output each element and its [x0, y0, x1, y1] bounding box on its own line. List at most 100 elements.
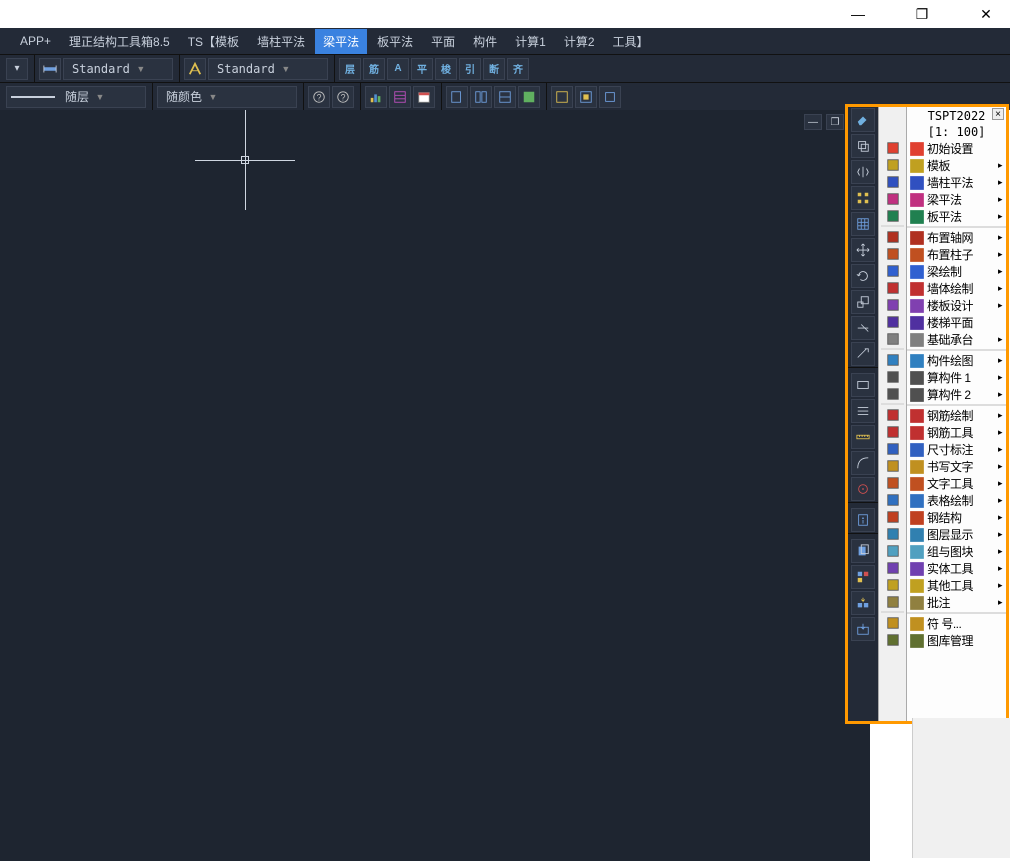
dimstyle-icon[interactable]: [39, 58, 61, 80]
window-maximize-button[interactable]: ❐: [902, 0, 942, 28]
menu-panel-item[interactable]: 算构件 1▸: [907, 369, 1006, 386]
menu-panel-item[interactable]: 钢筋工具▸: [907, 424, 1006, 441]
tool-btn-layers[interactable]: [389, 86, 411, 108]
vt-extend-button[interactable]: [851, 342, 875, 366]
vt-table-button[interactable]: [851, 212, 875, 236]
menu-panel-item[interactable]: 楼板设计▸: [907, 297, 1006, 314]
menu-panel-item[interactable]: 书写文字▸: [907, 458, 1006, 475]
menu-panel-item[interactable]: 实体工具▸: [907, 560, 1006, 577]
menu-panel-item[interactable]: 文字工具▸: [907, 475, 1006, 492]
linetype-dropdown[interactable]: 随层 ▼: [6, 86, 146, 108]
vt-list-button[interactable]: [851, 399, 875, 423]
ribbon-button[interactable]: 层: [339, 58, 361, 80]
side-icon[interactable]: [882, 614, 904, 631]
side-icon[interactable]: [882, 542, 904, 559]
side-icon[interactable]: [882, 279, 904, 296]
menu-panel-item[interactable]: 尺寸标注▸: [907, 441, 1006, 458]
side-icon[interactable]: [882, 474, 904, 491]
side-icon[interactable]: [882, 207, 904, 224]
vt-eraser-button[interactable]: [851, 108, 875, 132]
menu-item[interactable]: TS【模板: [180, 29, 247, 54]
tool-btn-d[interactable]: [518, 86, 540, 108]
menu-panel-item[interactable]: 基础承台▸: [907, 331, 1006, 348]
ribbon-button[interactable]: 平: [411, 58, 433, 80]
scroll-area[interactable]: [912, 718, 1010, 858]
menu-panel-item[interactable]: 梁平法▸: [907, 191, 1006, 208]
tool-btn-c[interactable]: [494, 86, 516, 108]
vt-grid-button[interactable]: [851, 186, 875, 210]
menu-item[interactable]: 梁平法: [315, 29, 367, 54]
side-icon[interactable]: [882, 440, 904, 457]
menu-panel-item[interactable]: 梁绘制▸: [907, 263, 1006, 280]
side-icon[interactable]: [882, 576, 904, 593]
viewport-minimize-button[interactable]: —: [804, 114, 822, 130]
menu-item[interactable]: 计算1: [507, 29, 554, 54]
vt-copy-button[interactable]: [851, 134, 875, 158]
drawing-canvas[interactable]: — ❐ ✕: [0, 110, 870, 861]
menu-panel-item[interactable]: 布置柱子▸: [907, 246, 1006, 263]
menu-item[interactable]: 构件: [465, 29, 505, 54]
side-icon[interactable]: [882, 156, 904, 173]
viewport-restore-button[interactable]: ❐: [826, 114, 844, 130]
vt-insert-button[interactable]: [851, 591, 875, 615]
tool-btn-b[interactable]: [470, 86, 492, 108]
vt-target-button[interactable]: [851, 477, 875, 501]
vt-export-button[interactable]: [851, 617, 875, 641]
window-close-button[interactable]: ✕: [966, 0, 1006, 28]
help-button-2[interactable]: ?: [332, 86, 354, 108]
vt-rotate-button[interactable]: [851, 264, 875, 288]
tool-btn-a[interactable]: [446, 86, 468, 108]
menu-item[interactable]: 工具】: [605, 29, 657, 54]
side-icon[interactable]: [882, 457, 904, 474]
menu-panel-item[interactable]: 组与图块▸: [907, 543, 1006, 560]
side-icon[interactable]: [882, 173, 904, 190]
vt-rect-button[interactable]: [851, 373, 875, 397]
panel-close-button[interactable]: ×: [992, 108, 1004, 120]
side-icon[interactable]: [882, 423, 904, 440]
textstyle-dropdown[interactable]: Standard ▼: [208, 58, 328, 80]
window-minimize-button[interactable]: —: [838, 0, 878, 28]
ribbon-button[interactable]: 梭: [435, 58, 457, 80]
side-icon[interactable]: [882, 351, 904, 368]
side-icon[interactable]: [882, 262, 904, 279]
ribbon-button[interactable]: A: [387, 58, 409, 80]
menu-panel-item[interactable]: 初始设置: [907, 140, 1006, 157]
menu-panel-item[interactable]: 钢筋绘制▸: [907, 407, 1006, 424]
side-icon[interactable]: [882, 245, 904, 262]
side-icon[interactable]: [882, 559, 904, 576]
side-icon[interactable]: [882, 139, 904, 156]
menu-panel-item[interactable]: 布置轴网▸: [907, 229, 1006, 246]
menu-panel-item[interactable]: 符 号...: [907, 615, 1006, 632]
help-button-1[interactable]: ?: [308, 86, 330, 108]
tool-btn-f[interactable]: [575, 86, 597, 108]
tool-btn-e[interactable]: [551, 86, 573, 108]
color-dropdown[interactable]: 随颜色 ▼: [157, 86, 297, 108]
side-icon[interactable]: [882, 525, 904, 542]
vt-blocks-button[interactable]: [851, 565, 875, 589]
dropdown-chevron-button[interactable]: ▾: [6, 58, 28, 80]
textstyle-icon[interactable]: [184, 58, 206, 80]
side-icon[interactable]: [882, 296, 904, 313]
vt-trim-button[interactable]: [851, 316, 875, 340]
menu-item[interactable]: 平面: [423, 29, 463, 54]
side-icon[interactable]: [882, 385, 904, 402]
dimstyle-dropdown[interactable]: Standard ▼: [63, 58, 173, 80]
menu-panel-item[interactable]: 墙柱平法▸: [907, 174, 1006, 191]
side-icon[interactable]: [882, 508, 904, 525]
ribbon-button[interactable]: 齐: [507, 58, 529, 80]
menu-panel-item[interactable]: 图库管理: [907, 632, 1006, 649]
menu-panel-item[interactable]: 图层显示▸: [907, 526, 1006, 543]
vt-scale-button[interactable]: [851, 290, 875, 314]
menu-item[interactable]: 理正结构工具箱8.5: [61, 29, 178, 54]
menu-panel-item[interactable]: 其他工具▸: [907, 577, 1006, 594]
menu-panel-item[interactable]: 板平法▸: [907, 208, 1006, 225]
vt-mirror-button[interactable]: [851, 160, 875, 184]
tool-btn-calendar[interactable]: [413, 86, 435, 108]
ribbon-button[interactable]: 断: [483, 58, 505, 80]
vt-move-button[interactable]: [851, 238, 875, 262]
side-icon[interactable]: [882, 190, 904, 207]
vt-arc-button[interactable]: [851, 451, 875, 475]
side-icon[interactable]: [882, 330, 904, 347]
side-icon[interactable]: [882, 491, 904, 508]
menu-panel-item[interactable]: 模板▸: [907, 157, 1006, 174]
